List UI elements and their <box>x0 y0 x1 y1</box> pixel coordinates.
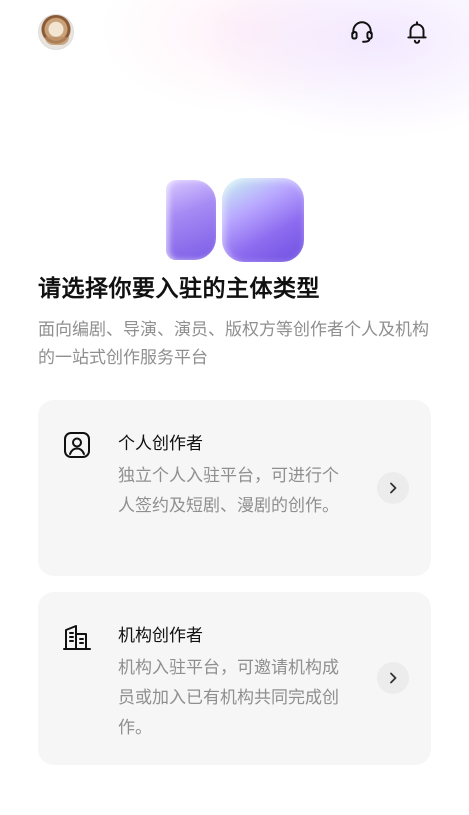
building-icon <box>62 622 92 652</box>
organization-creator-card[interactable]: 机构创作者 机构入驻平台，可邀请机构成员或加入已有机构共同完成创作。 <box>38 592 431 765</box>
card-title: 机构创作者 <box>118 626 203 646</box>
card-title: 个人创作者 <box>118 434 203 454</box>
card-description: 独立个人入驻平台，可进行个人签约及短剧、漫剧的创作。 <box>118 466 339 516</box>
app-logo <box>166 178 304 262</box>
card-description: 机构入驻平台，可邀请机构成员或加入已有机构共同完成创作。 <box>118 658 339 738</box>
chevron-right-icon[interactable] <box>377 662 409 694</box>
person-icon <box>62 430 92 460</box>
individual-creator-card[interactable]: 个人创作者 独立个人入驻平台，可进行个人签约及短剧、漫剧的创作。 <box>38 400 431 576</box>
headset-icon[interactable] <box>348 18 376 46</box>
bell-icon[interactable] <box>403 18 431 46</box>
avatar[interactable] <box>38 14 74 50</box>
chevron-right-icon[interactable] <box>377 472 409 504</box>
logo-bar-shape <box>166 180 216 260</box>
page-title: 请选择你要入驻的主体类型 <box>38 276 320 302</box>
page: 请选择你要入驻的主体类型 面向编剧、导演、演员、版权方等创作者个人及机构的一站式… <box>0 0 469 815</box>
top-bar <box>0 0 469 64</box>
logo-box-shape <box>222 178 304 262</box>
page-subtitle: 面向编剧、导演、演员、版权方等创作者个人及机构的一站式创作服务平台 <box>38 320 429 368</box>
